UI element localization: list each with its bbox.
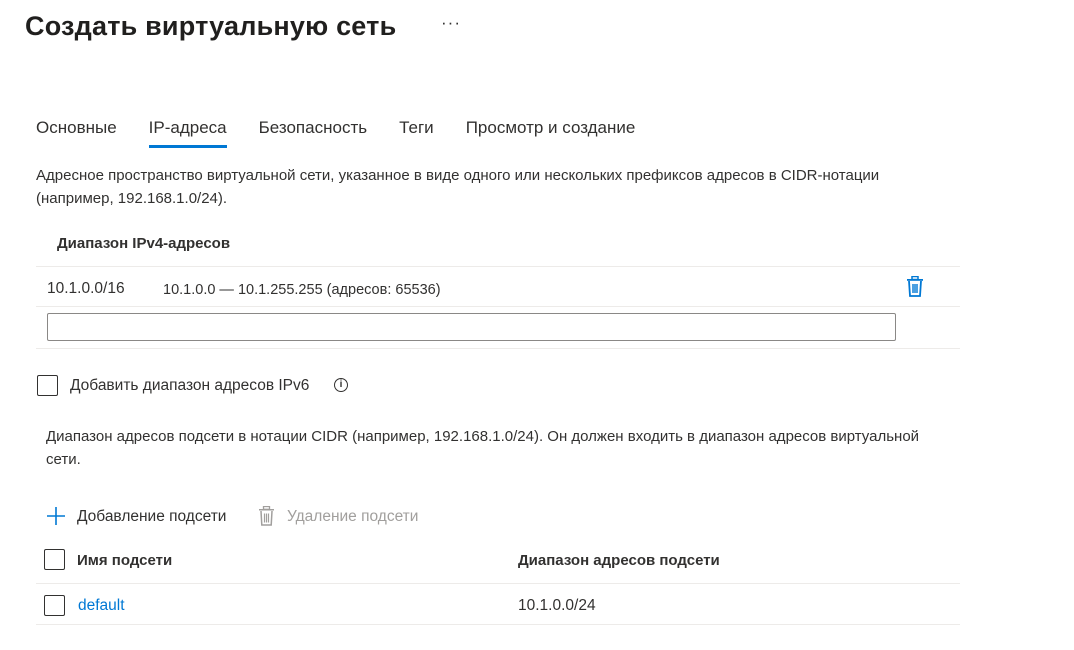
new-address-range-input[interactable] <box>47 313 896 341</box>
select-all-checkbox[interactable] <box>44 549 65 570</box>
more-options-button[interactable]: ··· <box>441 8 461 38</box>
tab-bar: Основные IP-адреса Безопасность Теги Про… <box>36 114 667 148</box>
tab-ip-addresses[interactable]: IP-адреса <box>148 114 227 148</box>
info-icon[interactable]: i <box>334 378 348 392</box>
add-subnet-button[interactable]: Добавление подсети <box>77 507 226 527</box>
address-space-description: Адресное пространство виртуальной сети, … <box>36 167 880 207</box>
delete-range-icon[interactable] <box>906 276 924 297</box>
ipv4-range-detail: 10.1.0.0 — 10.1.255.255 (адресов: 65536) <box>163 282 441 298</box>
ipv4-range-header: Диапазон IPv4-адресов <box>57 235 231 252</box>
subnet-name-link[interactable]: default <box>78 596 125 616</box>
tab-review-create[interactable]: Просмотр и создание <box>466 114 636 148</box>
divider <box>36 306 960 307</box>
divider <box>36 583 960 584</box>
ipv4-prefix: 10.1.0.0/16 <box>47 280 125 297</box>
row-checkbox[interactable] <box>44 595 65 616</box>
subnet-description: Диапазон адресов подсети в нотации CIDR … <box>46 428 920 468</box>
tab-basics[interactable]: Основные <box>36 114 117 148</box>
tab-tags[interactable]: Теги <box>399 114 434 148</box>
tab-security[interactable]: Безопасность <box>259 114 367 148</box>
plus-icon[interactable] <box>46 506 66 531</box>
ipv6-checkbox[interactable] <box>37 375 58 396</box>
subnet-name-header: Имя подсети <box>77 552 173 569</box>
divider <box>36 624 960 625</box>
divider <box>36 266 960 267</box>
delete-subnet-button[interactable]: Удаление подсети <box>287 507 418 527</box>
page-title: Создать виртуальную сеть <box>25 11 397 41</box>
divider <box>36 348 960 349</box>
ipv6-checkbox-label: Добавить диапазон адресов IPv6 <box>70 377 310 394</box>
trash-icon <box>258 505 275 531</box>
subnet-range-value: 10.1.0.0/24 <box>518 597 596 614</box>
subnet-range-header: Диапазон адресов подсети <box>518 552 720 569</box>
